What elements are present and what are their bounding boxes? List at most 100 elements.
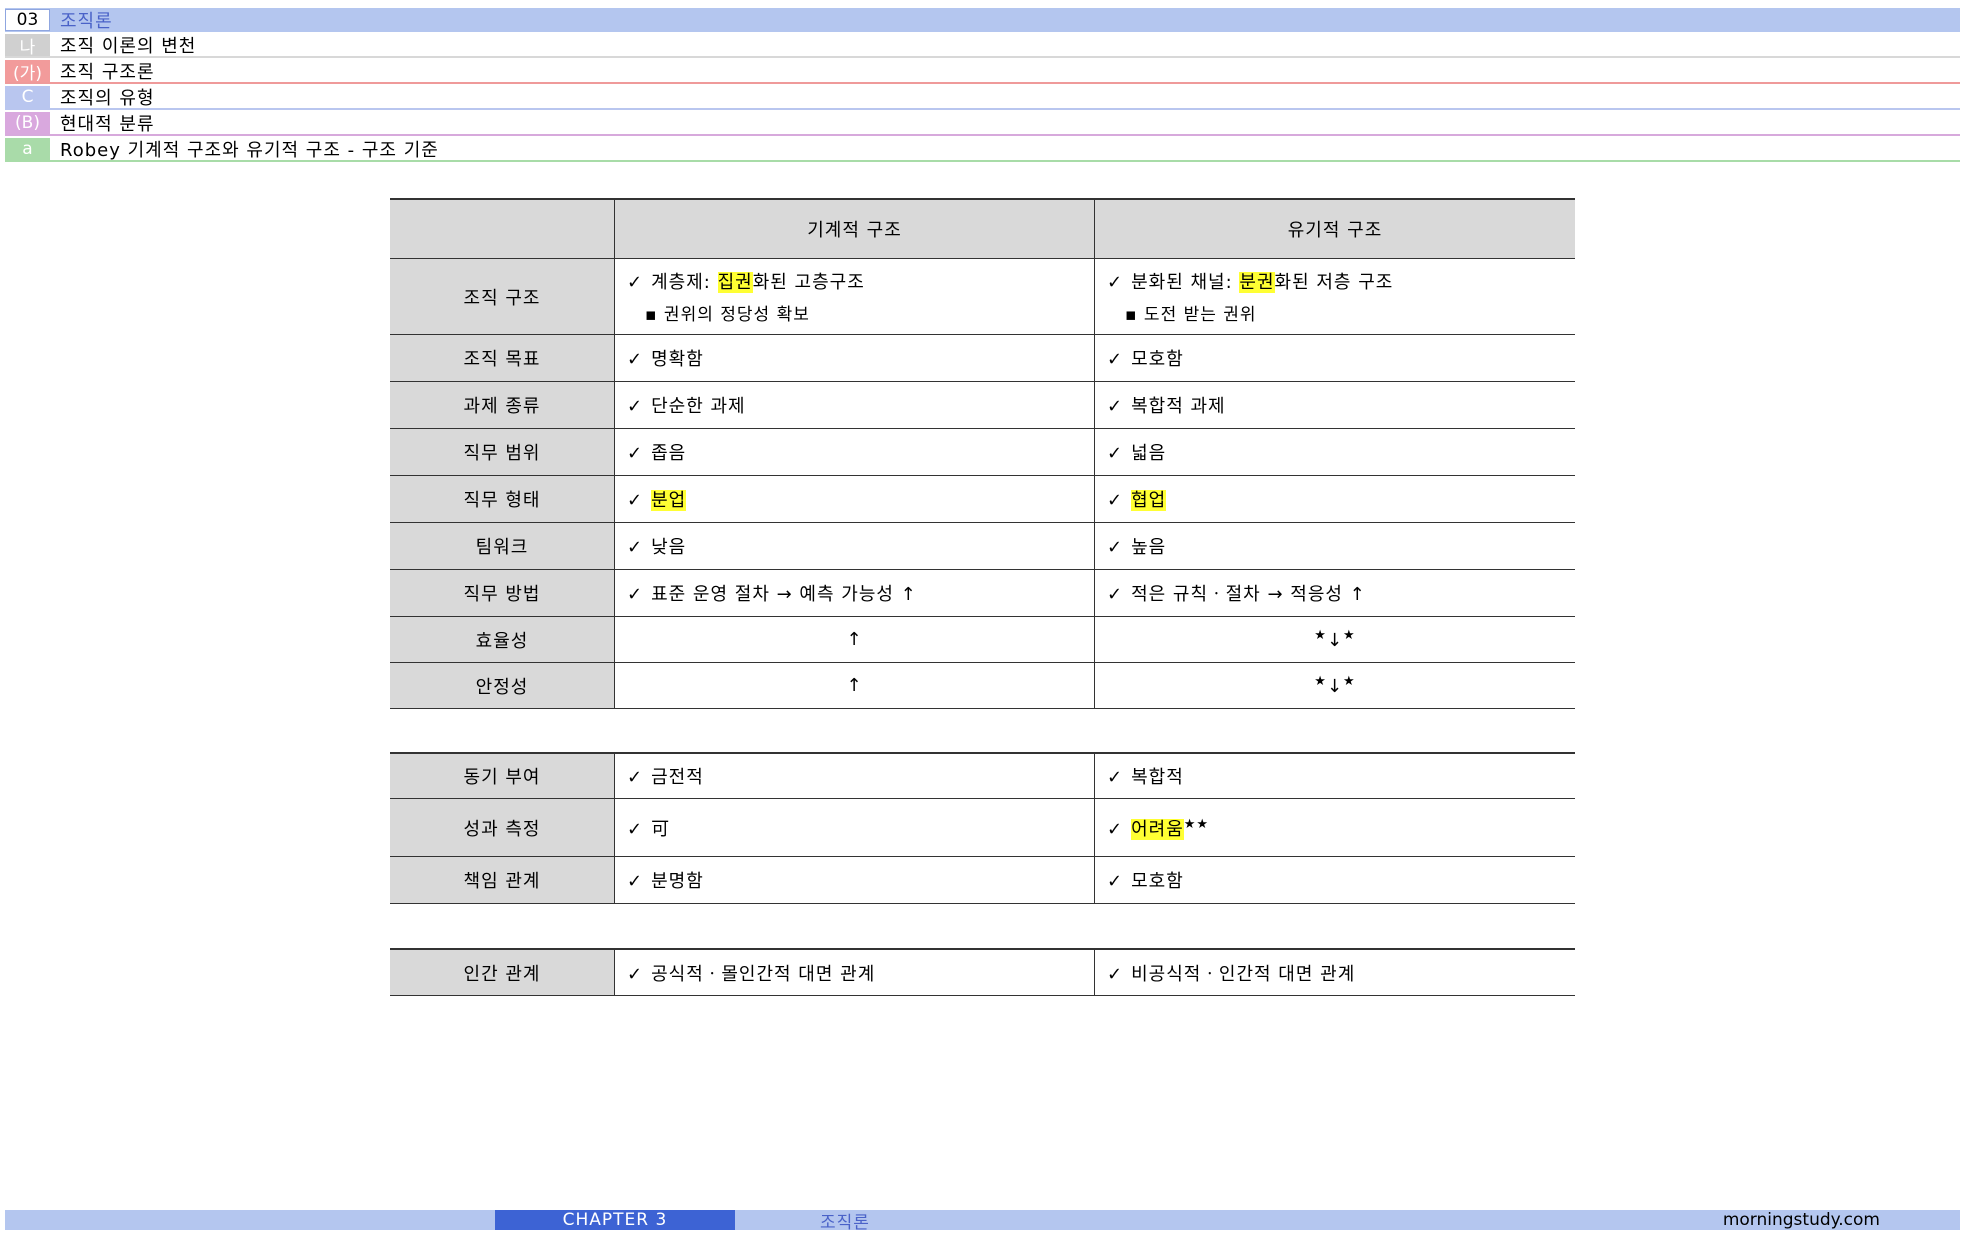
up-arrow-icon: ↑	[846, 675, 863, 696]
footer-chapter: CHAPTER 3	[495, 1210, 735, 1230]
row-label: 직무 방법	[390, 570, 615, 616]
cell-text: 계층제:	[651, 272, 718, 293]
section-number: 나	[5, 34, 50, 58]
organic-cell: ★↓★	[1095, 617, 1575, 662]
organic-cell: ✓ 높음	[1095, 523, 1575, 569]
check-icon: ✓	[627, 443, 644, 464]
table-row: 직무 방법 ✓ 표준 운영 절차 → 예측 가능성 ↑ ✓ 적은 규칙ㆍ절차 → 적…	[390, 570, 1575, 617]
comparison-table-human: 인간 관계 ✓ 공식적ㆍ몰인간적 대면 관계 ✓ 비공식적ㆍ인간적 대면 관계	[390, 948, 1575, 996]
header-empty-cell	[390, 200, 615, 258]
chapter-number: 03	[5, 9, 50, 31]
cell-text: 넓음	[1131, 443, 1167, 464]
cell-text: 분화된 채널:	[1131, 272, 1240, 293]
cell-text: 복합적	[1131, 767, 1184, 788]
cell-text: 비공식적ㆍ인간적 대면 관계	[1131, 963, 1356, 985]
check-icon: ✓	[627, 767, 644, 788]
row-label: 과제 종류	[390, 382, 615, 428]
row-label: 성과 측정	[390, 799, 615, 856]
row-label: 효율성	[390, 617, 615, 662]
mechanistic-cell: ✓ 낮음	[615, 523, 1095, 569]
down-arrow-icon: ↓	[1326, 676, 1344, 697]
comparison-table-main: 기계적 구조 유기적 구조 조직 구조 ✓ 계층제: 집권화된 고층구조 ▪ 권위…	[390, 198, 1575, 709]
sub-bullet: ▪ 권위의 정당성 확보	[645, 305, 810, 325]
row-label: 책임 관계	[390, 857, 615, 903]
check-icon: ✓	[627, 584, 644, 605]
mechanistic-cell: ✓ 분명함	[615, 857, 1095, 903]
section-line-5: a Robey 기계적 구조와 유기적 구조 - 구조 기준	[5, 138, 1960, 162]
cell-text: 좁음	[651, 443, 687, 464]
header-mechanistic: 기계적 구조	[615, 200, 1095, 258]
cell-text: 낮음	[651, 537, 687, 558]
mechanistic-cell: ↑	[615, 663, 1095, 708]
check-icon: ✓	[627, 818, 644, 840]
comparison-table-secondary: 동기 부여 ✓ 금전적 ✓ 복합적 성과 측정 ✓ 可 ✓ 어려움★★ 책임 관계 ✓ 분…	[390, 752, 1575, 904]
table-row: 동기 부여 ✓ 금전적 ✓ 복합적	[390, 752, 1575, 799]
down-arrow-icon: ↓	[1326, 630, 1344, 651]
star-icon: ★	[1343, 674, 1356, 689]
cell-text: 모호함	[1131, 871, 1184, 892]
check-icon: ✓	[1107, 584, 1124, 605]
organic-cell: ✓ 비공식적ㆍ인간적 대면 관계	[1095, 950, 1575, 995]
check-icon: ✓	[627, 537, 644, 558]
section-number: a	[5, 138, 50, 160]
mechanistic-cell: ✓ 표준 운영 절차 → 예측 가능성 ↑	[615, 570, 1095, 616]
table-row: 인간 관계 ✓ 공식적ㆍ몰인간적 대면 관계 ✓ 비공식적ㆍ인간적 대면 관계	[390, 948, 1575, 996]
up-arrow-icon: ↑	[846, 629, 863, 650]
mechanistic-cell: ✓ 단순한 과제	[615, 382, 1095, 428]
cell-text: 모호함	[1131, 349, 1184, 370]
table-row: 조직 목표 ✓ 명확함 ✓ 모호함	[390, 335, 1575, 382]
cell-text: 화된 고층구조	[752, 272, 865, 293]
row-label: 안정성	[390, 663, 615, 708]
check-icon: ✓	[627, 349, 644, 370]
check-icon: ✓	[1107, 871, 1124, 892]
mechanistic-cell: ✓ 공식적ㆍ몰인간적 대면 관계	[615, 950, 1095, 995]
row-label: 직무 범위	[390, 429, 615, 475]
section-title: 현대적 분류	[60, 114, 155, 135]
organic-cell: ✓ 분화된 채널: 분권화된 저층 구조 ▪ 도전 받는 권위	[1095, 259, 1575, 334]
section-line-2: (가) 조직 구조론	[5, 60, 1960, 84]
table-header-row: 기계적 구조 유기적 구조	[390, 198, 1575, 259]
table-row: 직무 범위 ✓ 좁음 ✓ 넓음	[390, 429, 1575, 476]
check-icon: ✓	[1107, 272, 1124, 293]
chapter-title: 조직론	[60, 11, 113, 32]
section-title: Robey 기계적 구조와 유기적 구조 - 구조 기준	[60, 140, 439, 161]
star-icon: ★	[1314, 628, 1327, 643]
organic-cell: ✓ 협업	[1095, 476, 1575, 522]
cell-text: 표준 운영 절차 → 예측 가능성 ↑	[651, 584, 917, 605]
star-icon: ★	[1343, 628, 1356, 643]
check-icon: ✓	[1107, 490, 1124, 511]
star-icon: ★★	[1183, 816, 1210, 832]
highlight-text: 분권	[1239, 272, 1275, 293]
check-icon: ✓	[1107, 818, 1124, 840]
cell-text: 명확함	[651, 349, 704, 370]
page-footer: CHAPTER 3 조직론 morningstudy.com	[5, 1210, 1960, 1233]
mechanistic-cell: ✓ 可	[615, 799, 1095, 856]
table-row: 과제 종류 ✓ 단순한 과제 ✓ 복합적 과제	[390, 382, 1575, 429]
mechanistic-cell: ↑	[615, 617, 1095, 662]
cell-text: 적은 규칙ㆍ절차 → 적응성 ↑	[1131, 584, 1366, 605]
organic-cell: ★↓★	[1095, 663, 1575, 708]
section-number: (가)	[5, 60, 50, 84]
organic-cell: ✓ 어려움★★	[1095, 799, 1575, 856]
sub-bullet: ▪ 도전 받는 권위	[1125, 305, 1257, 325]
footer-title: 조직론	[820, 1212, 870, 1233]
organic-cell: ✓ 복합적 과제	[1095, 382, 1575, 428]
highlight-text: 분업	[651, 490, 687, 511]
check-icon: ✓	[1107, 349, 1124, 370]
row-label: 조직 목표	[390, 335, 615, 381]
row-label: 조직 구조	[390, 259, 615, 334]
table-row: 성과 측정 ✓ 可 ✓ 어려움★★	[390, 799, 1575, 857]
table-row: 효율성 ↑ ★↓★	[390, 617, 1575, 663]
section-line-4: (B) 현대적 분류	[5, 112, 1960, 136]
check-icon: ✓	[627, 272, 644, 293]
check-icon: ✓	[1107, 767, 1124, 788]
highlight-text: 어려움	[1131, 818, 1184, 840]
organic-cell: ✓ 모호함	[1095, 335, 1575, 381]
section-line-1: 나 조직 이론의 변천	[5, 34, 1960, 58]
check-icon: ✓	[627, 396, 644, 417]
row-label: 팀워크	[390, 523, 615, 569]
section-line-3: C 조직의 유형	[5, 86, 1960, 110]
row-label: 직무 형태	[390, 476, 615, 522]
organic-cell: ✓ 넓음	[1095, 429, 1575, 475]
cell-text: 복합적 과제	[1131, 396, 1226, 417]
